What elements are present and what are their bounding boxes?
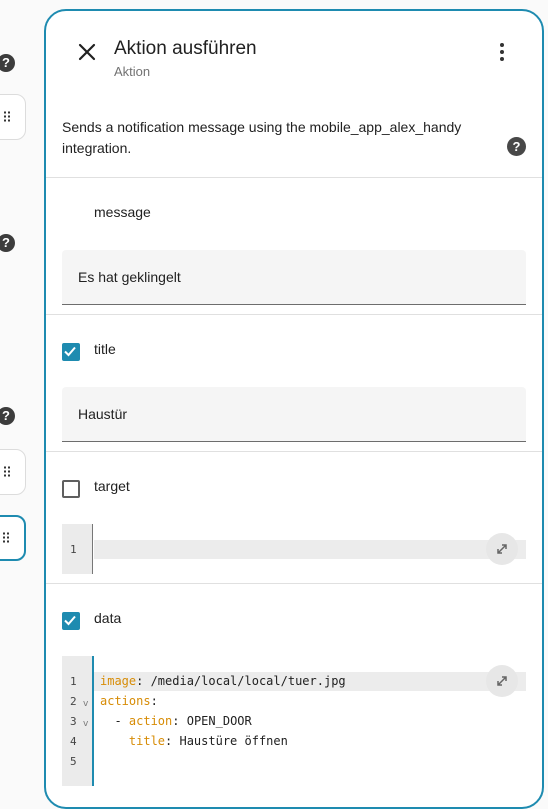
yaml-indent bbox=[100, 734, 129, 748]
line-number: 4 bbox=[70, 735, 77, 748]
checkmark-icon bbox=[64, 346, 76, 357]
data-code-editor[interactable]: 1 2 v 3 v 4 5 image: /media/local/local/… bbox=[62, 656, 526, 786]
code-line: - action: OPEN_DOOR bbox=[100, 714, 252, 728]
yaml-value: : /media/local/local/tuer.jpg bbox=[136, 674, 346, 688]
target-code-editor[interactable]: 1 bbox=[62, 524, 526, 574]
code-line: actions: bbox=[100, 694, 158, 708]
background-help-icon[interactable]: ? bbox=[0, 54, 15, 72]
drag-handle-icon bbox=[3, 532, 9, 544]
background-drag-handle-selected[interactable] bbox=[0, 515, 26, 561]
title-value: Haustür bbox=[78, 406, 128, 422]
fullscreen-button[interactable] bbox=[486, 533, 518, 565]
code-line: image: /media/local/local/tuer.jpg bbox=[100, 674, 346, 688]
message-input[interactable]: Es hat geklingelt bbox=[62, 250, 526, 305]
checkmark-icon bbox=[64, 615, 76, 626]
close-button[interactable] bbox=[76, 41, 98, 63]
data-label: data bbox=[94, 610, 122, 626]
background-help-icon[interactable]: ? bbox=[0, 407, 15, 425]
yaml-value: : Haustüre öffnen bbox=[165, 734, 288, 748]
help-circle-icon[interactable]: ? bbox=[507, 137, 526, 156]
yaml-key: action bbox=[128, 714, 173, 728]
message-value: Es hat geklingelt bbox=[78, 269, 181, 285]
action-dialog: Aktion ausführen Aktion Sends a notifica… bbox=[44, 9, 544, 809]
yaml-indent: - bbox=[100, 714, 129, 728]
title-input[interactable]: Haustür bbox=[62, 387, 526, 442]
line-number: 2 bbox=[70, 695, 77, 708]
chevron-down-icon[interactable]: v bbox=[83, 699, 88, 709]
target-label: target bbox=[94, 478, 130, 494]
yaml-value: : OPEN_DOOR bbox=[172, 714, 252, 728]
data-checkbox[interactable] bbox=[62, 612, 80, 630]
fullscreen-icon bbox=[497, 676, 507, 686]
divider bbox=[46, 583, 542, 584]
line-number-gutter: 1 bbox=[62, 524, 93, 574]
title-label: title bbox=[94, 341, 116, 357]
chevron-down-icon[interactable]: v bbox=[83, 719, 88, 729]
drag-handle-icon bbox=[4, 466, 10, 478]
divider bbox=[46, 451, 542, 452]
line-number: 1 bbox=[70, 543, 77, 556]
divider bbox=[46, 314, 542, 315]
target-checkbox[interactable] bbox=[62, 480, 80, 498]
active-line-highlight bbox=[94, 540, 526, 559]
divider bbox=[46, 177, 542, 178]
code-line: title: Haustüre öffnen bbox=[100, 734, 288, 748]
title-checkbox[interactable] bbox=[62, 343, 80, 361]
action-description: Sends a notification message using the m… bbox=[62, 119, 462, 156]
dialog-subtitle: Aktion bbox=[114, 64, 151, 79]
background-drag-handle[interactable] bbox=[0, 449, 26, 495]
line-number: 5 bbox=[70, 755, 77, 768]
yaml-key: image bbox=[100, 674, 137, 688]
dialog-title: Aktion ausführen bbox=[114, 38, 257, 59]
fullscreen-button[interactable] bbox=[486, 665, 518, 697]
fullscreen-icon bbox=[497, 544, 507, 554]
yaml-key: title bbox=[128, 734, 166, 748]
close-icon bbox=[78, 43, 96, 61]
line-number: 1 bbox=[70, 675, 77, 688]
line-number: 3 bbox=[70, 715, 77, 728]
more-options-button[interactable] bbox=[492, 41, 512, 63]
message-label: message bbox=[94, 204, 151, 220]
background-help-icon[interactable]: ? bbox=[0, 234, 15, 252]
drag-handle-icon bbox=[4, 111, 10, 123]
yaml-key: actions bbox=[100, 694, 151, 708]
yaml-value: : bbox=[150, 694, 158, 708]
background-drag-handle[interactable] bbox=[0, 94, 26, 140]
line-number-gutter: 1 2 v 3 v 4 5 bbox=[62, 656, 94, 786]
